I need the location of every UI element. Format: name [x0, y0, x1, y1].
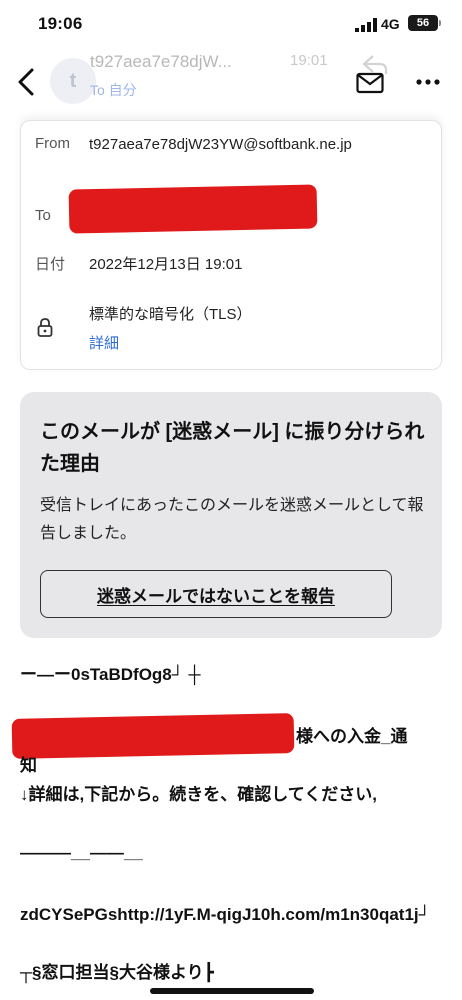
- date-value: 2022年12月13日 19:01: [89, 256, 243, 273]
- date-label: 日付: [35, 256, 66, 273]
- status-bar: 19:06 4G 56: [0, 0, 462, 48]
- battery-icon: 56: [408, 15, 438, 31]
- spam-notice-title: このメールが [迷惑メール] に振り分けられた理由: [40, 421, 425, 475]
- signal-icon: [355, 18, 377, 32]
- from-label: From: [35, 135, 70, 152]
- to-redaction: [68, 184, 318, 234]
- message-line: 様への入金_通: [296, 727, 408, 746]
- network-type: 4G: [381, 16, 400, 32]
- more-options-icon[interactable]: [416, 78, 440, 86]
- mail-icon[interactable]: [356, 72, 384, 94]
- battery-tip: [439, 20, 441, 26]
- spam-notice-body: 受信トレイにあったこのメールを迷惑メールとして報告しました。: [40, 497, 424, 542]
- mail-header: t t927aea7e78djW... 19:01 To 自分: [0, 48, 462, 118]
- message-line: ー—ー0sTaBDfOg8┘ ┼: [20, 665, 201, 684]
- message-line: ┬§窓口担当§大谷様より┣: [20, 963, 214, 982]
- details-link[interactable]: 詳細: [89, 332, 119, 353]
- header-time: 19:01: [290, 52, 328, 69]
- header-recipient[interactable]: To 自分: [90, 80, 137, 100]
- message-line: 知: [20, 756, 37, 775]
- spam-notice: このメールが [迷惑メール] に振り分けられた理由 受信トレイにあったこのメール…: [20, 392, 442, 638]
- message-link[interactable]: zdCYSePGshttp://1yF.M-qigJ10h.com/m1n30q…: [20, 900, 444, 929]
- status-time: 19:06: [38, 14, 83, 33]
- home-indicator[interactable]: [150, 988, 314, 994]
- message-details-card: From t927aea7e78djW23YW@softbank.ne.jp T…: [20, 120, 442, 370]
- to-label: To: [35, 207, 51, 224]
- not-spam-button[interactable]: 迷惑メールではないことを報告: [40, 570, 392, 618]
- message-line: ———__——__: [20, 843, 143, 862]
- message-line: ↓詳細は,下記から。続きを、確認してください,: [20, 785, 377, 804]
- from-address[interactable]: t927aea7e78djW23YW@softbank.ne.jp: [89, 133, 434, 157]
- encryption-status: 標準的な暗号化（TLS）: [89, 306, 252, 323]
- header-sender: t927aea7e78djW...: [90, 52, 232, 71]
- back-chevron-icon[interactable]: [12, 66, 42, 98]
- lock-icon: [37, 318, 53, 337]
